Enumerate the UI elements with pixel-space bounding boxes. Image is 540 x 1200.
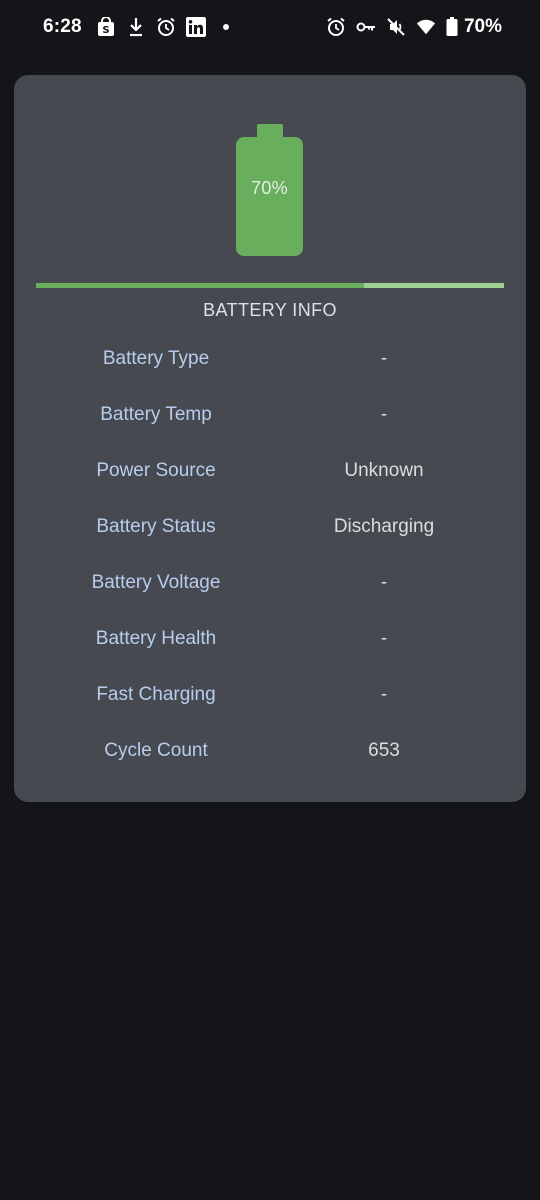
status-right: 70% — [326, 14, 502, 40]
info-row-battery-health: Battery Health - — [14, 612, 526, 668]
info-label: Power Source — [96, 460, 216, 481]
svg-text:S: S — [102, 25, 109, 36]
info-label: Battery Status — [96, 516, 216, 537]
info-row-battery-temp: Battery Temp - — [14, 388, 526, 444]
info-label: Battery Health — [95, 628, 217, 649]
info-label: Battery Type — [102, 348, 210, 369]
info-value: - — [380, 684, 388, 705]
download-icon — [126, 17, 146, 37]
battery-level-fill — [36, 283, 364, 288]
info-list: Battery Type - Battery Temp - Power Sour… — [14, 332, 526, 780]
alarm-icon — [156, 17, 176, 37]
wifi-icon — [416, 17, 436, 37]
alarm-icon — [326, 17, 346, 37]
info-row-fast-charging: Fast Charging - — [14, 668, 526, 724]
info-value: - — [380, 348, 388, 369]
info-row-battery-status: Battery Status Discharging — [14, 500, 526, 556]
info-label: Cycle Count — [104, 740, 208, 761]
status-bar: 6:28 S 70% — [0, 0, 540, 54]
info-value: - — [380, 572, 388, 593]
info-row-battery-voltage: Battery Voltage - — [14, 556, 526, 612]
info-label: Battery Temp — [100, 404, 212, 425]
battery-percent-label: 70% — [251, 178, 288, 198]
info-label: Fast Charging — [96, 684, 216, 705]
info-value: Discharging — [333, 516, 435, 537]
dot-icon — [216, 17, 236, 37]
vpn-key-icon — [356, 17, 376, 37]
screen: 6:28 S 70% 70% BATTERY INFO Battery Type… — [0, 0, 540, 1200]
status-left: 6:28 S — [43, 14, 236, 40]
shopping-bag-icon: S — [96, 17, 116, 37]
info-value: - — [380, 404, 388, 425]
battery-graphic: 70% — [236, 124, 303, 256]
info-label: Battery Voltage — [91, 572, 221, 593]
section-title: BATTERY INFO — [203, 300, 337, 320]
battery-level-bar — [36, 283, 504, 288]
info-value: 653 — [368, 740, 400, 761]
battery-cap — [257, 124, 283, 138]
status-time: 6:28 — [43, 16, 82, 37]
battery-icon — [446, 17, 458, 37]
info-row-power-source: Power Source Unknown — [14, 444, 526, 500]
linkedin-icon — [185, 17, 206, 37]
info-value: Unknown — [344, 460, 424, 481]
status-battery-percent: 70% — [463, 16, 502, 37]
mute-icon — [386, 17, 406, 37]
battery-card: 70% BATTERY INFO Battery Type - Battery … — [14, 75, 526, 802]
info-row-battery-type: Battery Type - — [14, 332, 526, 388]
info-value: - — [380, 628, 388, 649]
info-row-cycle-count: Cycle Count 653 — [14, 724, 526, 780]
